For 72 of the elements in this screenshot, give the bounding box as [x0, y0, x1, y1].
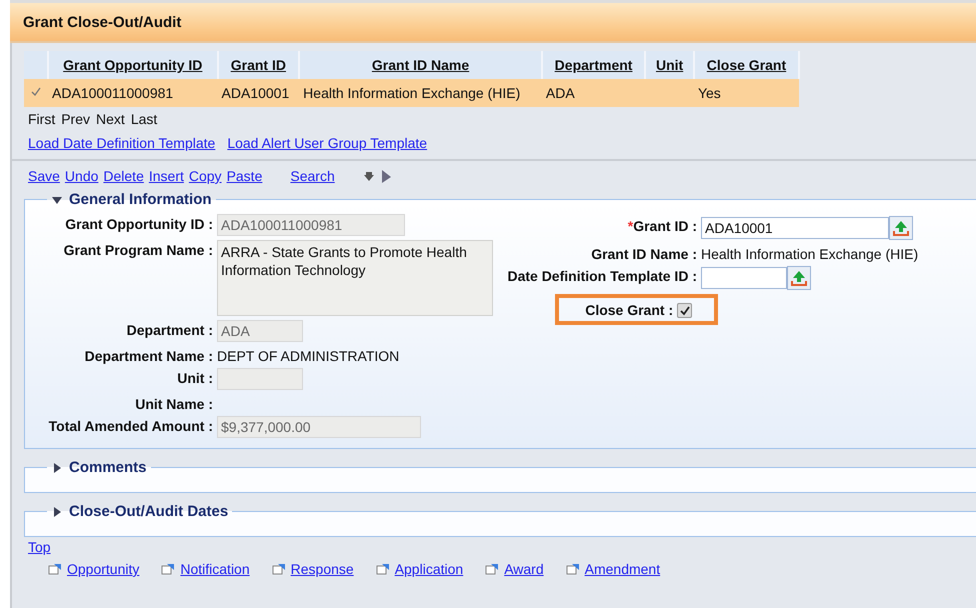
toolbar-link[interactable]: Delete [103, 168, 144, 184]
table-cell: Yes [694, 79, 799, 107]
collapsed-triangle-icon[interactable] [51, 462, 63, 474]
input-field[interactable]: ADA10001 [701, 217, 889, 239]
text-area[interactable]: ARRA - State Grants to Promote Health Information Technology [217, 240, 493, 316]
field-label: Close Grant : [585, 301, 674, 318]
table-cell: ADA [542, 79, 646, 107]
top-link[interactable]: Top [28, 539, 51, 555]
footer-link[interactable]: Opportunity [67, 561, 140, 577]
field-label: Total Amended Amount : [48, 417, 213, 436]
external-link-icon [48, 563, 62, 575]
column-header[interactable]: Grant Opportunity ID [48, 51, 218, 79]
field-label: Date Definition Template ID : [506, 267, 697, 286]
toolbar-link[interactable]: Search [290, 168, 335, 184]
field-label: Grant Program Name : [62, 241, 213, 260]
input-field[interactable]: ADA [217, 320, 303, 342]
table-cell: Health Information Exchange (HIE) [299, 79, 542, 107]
field-value: DEPT OF ADMINISTRATION [217, 347, 400, 364]
field-label: Department Name : [84, 347, 213, 364]
section-title[interactable]: Close-Out/Audit Dates [69, 503, 228, 520]
toolbar-link[interactable]: Copy [188, 168, 222, 184]
pager-link[interactable]: First [28, 111, 56, 127]
field-label: Grant Opportunity ID : [64, 215, 213, 234]
field-label: Department : [126, 321, 213, 340]
toolbar-link[interactable]: Save [28, 168, 60, 184]
external-link-icon [376, 563, 390, 575]
input-field[interactable]: $9,377,000.00 [217, 416, 421, 438]
footer-link[interactable]: Application [394, 561, 464, 577]
field-label: Unit Name : [134, 395, 213, 412]
lookup-button[interactable] [889, 216, 913, 240]
pager-link[interactable]: Next [96, 111, 125, 127]
input-field[interactable] [217, 368, 303, 390]
field-value: Health Information Exchange (HIE) [701, 245, 918, 262]
arrow-icon[interactable] [362, 170, 375, 182]
column-header[interactable]: Grant ID Name [299, 51, 542, 79]
upload-icon [790, 269, 808, 287]
external-link-icon [161, 563, 176, 575]
lookup-button[interactable] [787, 266, 811, 290]
table-row[interactable]: ADA100011000981 ADA10001 Health Information Exchange (HIE) ADA Yes [24, 79, 799, 107]
field-label: Unit : [176, 369, 213, 388]
footer-link[interactable]: Amendment [584, 561, 660, 577]
toolbar-link[interactable]: Paste [226, 168, 262, 184]
column-header[interactable]: Unit [645, 51, 694, 79]
footer-link[interactable]: Notification [180, 561, 250, 577]
column-header[interactable]: Close Grant [694, 51, 799, 79]
external-link-icon [485, 563, 500, 575]
footer-link[interactable]: Response [290, 561, 354, 577]
arrow-icon[interactable] [380, 169, 392, 183]
external-link-icon [272, 563, 286, 575]
checkbox[interactable] [677, 303, 692, 318]
column-header[interactable]: Grant ID [218, 51, 300, 79]
upload-icon [892, 219, 910, 237]
collapsed-triangle-icon[interactable] [51, 506, 63, 518]
pager-link[interactable]: Last [130, 111, 158, 127]
table-cell: ADA10001 [218, 79, 300, 107]
section-title[interactable]: General Information [69, 191, 212, 208]
pager-link[interactable]: Prev [61, 111, 90, 127]
table-cell: ADA100011000981 [48, 79, 218, 107]
section-title[interactable]: Comments [69, 459, 147, 476]
toolbar-link[interactable]: Undo [64, 168, 98, 184]
external-link-icon [566, 563, 580, 575]
template-link[interactable]: Load Alert User Group Template [227, 135, 428, 151]
template-link[interactable]: Load Date Definition Template [28, 135, 216, 151]
input-field[interactable]: ADA100011000981 [217, 214, 405, 236]
field-label: Grant ID Name : [590, 245, 697, 262]
footer-link[interactable]: Award [504, 561, 544, 577]
input-field[interactable] [701, 267, 787, 289]
column-header[interactable]: Department [542, 51, 646, 79]
toolbar-link[interactable]: Insert [148, 168, 184, 184]
field-label: *Grant ID : [626, 217, 697, 236]
check-icon [31, 87, 41, 97]
window-title: Grant Close-Out/Audit [23, 14, 182, 30]
